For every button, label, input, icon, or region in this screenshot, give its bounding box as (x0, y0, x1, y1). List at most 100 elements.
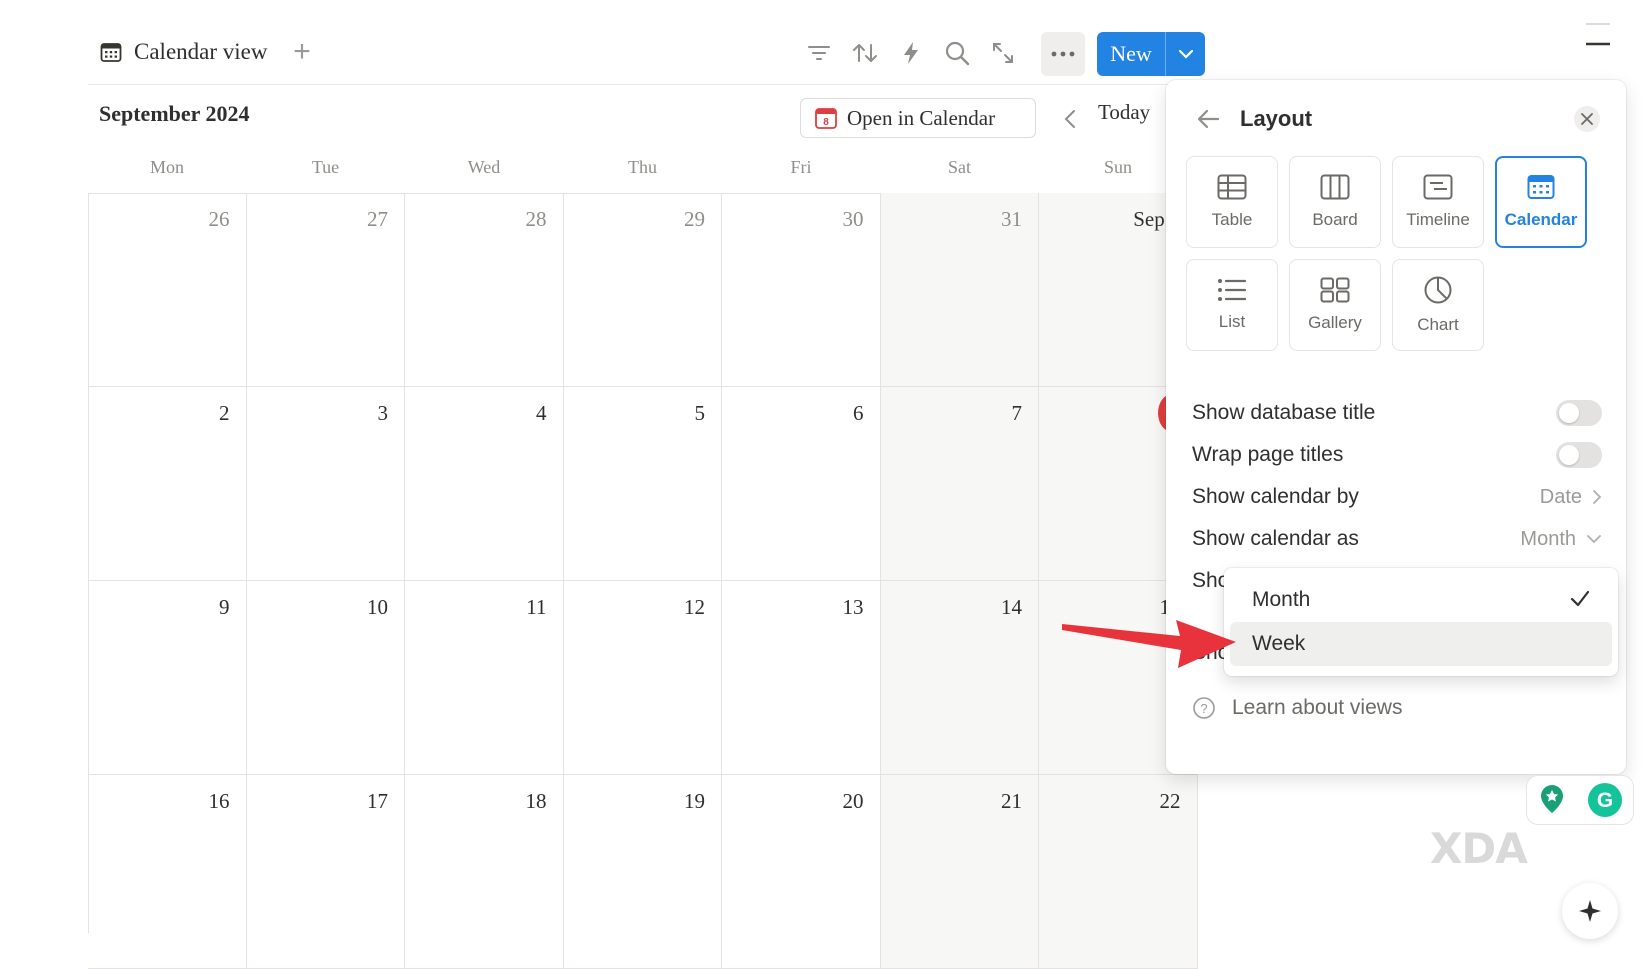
automation-icon[interactable] (896, 38, 926, 68)
calendar-day-cell[interactable]: 31 (880, 193, 1039, 387)
option-label: Show calendar as (1192, 527, 1359, 550)
grammarly-icon[interactable]: G (1587, 782, 1623, 818)
chevron-down-icon[interactable] (1166, 32, 1205, 76)
arrow-left-icon[interactable] (1196, 106, 1224, 134)
view-tab[interactable]: Calendar view (100, 34, 267, 70)
option-label: Show calendar by (1192, 485, 1359, 508)
day-number: 26 (208, 207, 230, 231)
day-number: 30 (842, 207, 864, 231)
option-show-database-title[interactable]: Show database title (1192, 393, 1602, 433)
view-option-label: Table (1211, 210, 1253, 229)
location-pin-icon[interactable] (1537, 783, 1567, 817)
view-option-calendar[interactable]: Calendar (1495, 156, 1587, 248)
calendar-day-cell[interactable]: 18 (405, 775, 564, 969)
annotation-arrow (1060, 604, 1240, 670)
calendar-day-cell[interactable]: 5 (563, 387, 722, 581)
minimize-icon[interactable] (1584, 20, 1612, 48)
option-wrap-page-titles[interactable]: Wrap page titles (1192, 435, 1602, 475)
calendar-day-cell[interactable]: 3 (246, 387, 405, 581)
watermark-logo: XDA (1430, 824, 1528, 873)
calendar-day-cell[interactable]: 19 (563, 775, 722, 969)
calendar-day-cell[interactable]: 21 (880, 775, 1039, 969)
view-option-list[interactable]: List (1186, 259, 1278, 351)
day-number: 10 (367, 595, 388, 619)
view-option-timeline[interactable]: Timeline (1392, 156, 1484, 248)
calendar-day-cell[interactable]: 30 (722, 193, 881, 387)
dropdown-option-month[interactable]: Month (1230, 578, 1612, 622)
view-option-table[interactable]: Table (1186, 156, 1278, 248)
board-icon (1320, 174, 1350, 200)
dropdown-option-week[interactable]: Week (1230, 622, 1612, 666)
calendar-day-cell[interactable]: 28 (405, 193, 564, 387)
view-option-chart[interactable]: Chart (1392, 259, 1484, 351)
day-number: 2 (219, 401, 230, 425)
open-in-calendar-label: Open in Calendar (847, 105, 996, 130)
chevron-right-icon (1592, 489, 1602, 505)
calendar-app-icon: 8 (815, 107, 837, 129)
day-number: 6 (853, 401, 864, 425)
view-option-gallery[interactable]: Gallery (1289, 259, 1381, 351)
search-icon[interactable] (942, 38, 972, 68)
table-icon (1217, 174, 1247, 200)
calendar-day-cell[interactable]: 6 (722, 387, 881, 581)
open-in-calendar-button[interactable]: 8 Open in Calendar (800, 98, 1036, 138)
weekday-header: Mon (149, 157, 184, 177)
day-number: 3 (377, 401, 389, 425)
calendar-day-cell[interactable]: 11 (405, 581, 564, 775)
learn-about-views-label: Learn about views (1232, 696, 1403, 719)
learn-about-views-link[interactable]: ? Learn about views (1192, 690, 1402, 726)
chevron-left-icon[interactable] (1058, 104, 1082, 134)
view-option-label: Board (1312, 210, 1358, 229)
view-option-label: Gallery (1308, 313, 1362, 332)
calendar-day-cell[interactable]: 26 (88, 193, 247, 387)
calendar-day-cell[interactable]: 4 (405, 387, 564, 581)
calendar-day-cell[interactable]: 12 (563, 581, 722, 775)
sort-icon[interactable] (850, 38, 880, 68)
calendar-day-cell[interactable]: 20 (722, 775, 881, 969)
calendar-day-cell[interactable]: 14 (880, 581, 1039, 775)
panel-title: Layout (1240, 106, 1313, 131)
ai-sparkle-icon[interactable] (1562, 883, 1618, 939)
calendar-icon (1527, 174, 1555, 200)
calendar-day-cell[interactable]: 10 (246, 581, 405, 775)
new-button-label[interactable]: New (1097, 32, 1165, 76)
calendar-as-value[interactable]: Month (1520, 519, 1602, 559)
calendar-day-cell[interactable]: 29 (563, 193, 722, 387)
option-show-calendar-as[interactable]: Show calendar as Month (1192, 519, 1602, 559)
calendar-day-cell[interactable]: 16 (88, 775, 247, 969)
day-number: 31 (1001, 207, 1022, 231)
day-number: 14 (1001, 595, 1022, 619)
chevron-down-icon (1586, 534, 1602, 544)
view-option-label: List (1218, 312, 1246, 331)
weekday-header: Tue (311, 157, 340, 177)
day-number: 22 (1159, 789, 1181, 813)
option-show-calendar-by[interactable]: Show calendar by Date (1192, 477, 1602, 517)
calendar-day-cell[interactable]: 2 (88, 387, 247, 581)
more-icon[interactable] (1041, 32, 1085, 76)
day-number: 7 (1011, 401, 1023, 425)
calendar-day-cell[interactable]: 9 (88, 581, 247, 775)
add-view-icon[interactable]: + (288, 37, 316, 67)
calendar-day-cell[interactable]: 27 (246, 193, 405, 387)
weekday-header: Thu (628, 157, 657, 177)
new-button[interactable]: New (1097, 32, 1205, 76)
calendar-by-value[interactable]: Date (1540, 477, 1602, 517)
close-icon[interactable] (1574, 106, 1600, 132)
calendar-day-cell[interactable]: 17 (246, 775, 405, 969)
show-database-title-toggle[interactable] (1556, 400, 1602, 426)
view-option-board[interactable]: Board (1289, 156, 1381, 248)
option-label: Wrap page titles (1192, 443, 1344, 466)
calendar-day-cell[interactable]: 13 (722, 581, 881, 775)
calendar-day-cell[interactable]: 7 (880, 387, 1039, 581)
gallery-icon (1320, 277, 1350, 303)
month-title: September 2024 (99, 101, 250, 126)
day-number: 16 (208, 789, 230, 813)
day-number: 12 (684, 595, 705, 619)
wrap-page-titles-toggle[interactable] (1556, 442, 1602, 468)
expand-icon[interactable] (988, 38, 1018, 68)
calendar-day-cell[interactable]: 22 (1039, 775, 1198, 969)
today-button[interactable]: Today (1098, 100, 1150, 125)
filter-icon[interactable] (804, 38, 834, 68)
svg-text:G: G (1597, 789, 1613, 812)
calendar-as-text: Month (1520, 527, 1576, 550)
